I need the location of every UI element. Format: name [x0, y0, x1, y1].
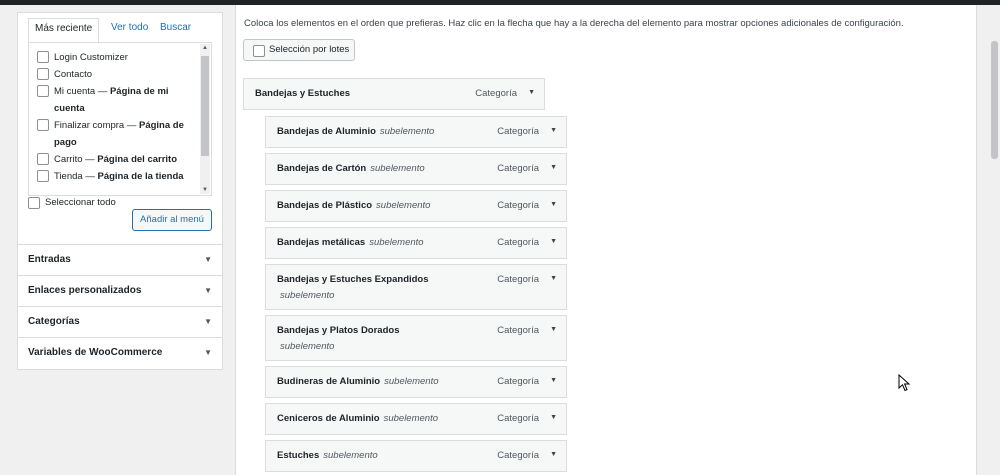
menu-item-subtitle: subelemento — [379, 126, 435, 137]
list-item[interactable]: Login Customizer — [37, 49, 197, 66]
menu-item-type: Categoría — [497, 126, 539, 137]
tab-search[interactable]: Buscar — [154, 18, 197, 42]
expand-arrow-icon[interactable]: ▼ — [550, 164, 557, 171]
list-item[interactable]: Tienda — Página de la tienda — [37, 168, 197, 185]
menu-item-subtitle: subelemento — [383, 413, 438, 424]
checkbox[interactable] — [37, 51, 49, 63]
checkbox[interactable] — [37, 68, 49, 80]
menu-subitem[interactable]: Bandejas de Aluminio subelemento Categoría… — [265, 116, 567, 148]
list-item[interactable]: Finalizar compra — Página de pago — [37, 117, 197, 151]
scroll-down-icon[interactable]: ▼ — [200, 187, 210, 193]
accordion-posts[interactable]: Entradas ▼ — [18, 244, 222, 275]
checkbox[interactable] — [37, 85, 49, 97]
add-menu-items-panel: Más reciente Ver todo Buscar Login Custo… — [17, 12, 223, 370]
select-all[interactable]: Seleccionar todo — [28, 196, 116, 210]
scrollbar-thumb[interactable] — [201, 56, 209, 156]
tab-view-all[interactable]: Ver todo — [105, 18, 154, 42]
menu-item-title: Budineras de Aluminio subelemento — [277, 376, 439, 387]
bulk-select-checkbox[interactable] — [253, 45, 265, 57]
expand-arrow-icon[interactable]: ▼ — [550, 414, 557, 421]
page-scrollbar[interactable] — [989, 5, 1000, 470]
menu-item-type: Categoría — [497, 200, 539, 211]
menu-item-title: Bandejas de Plástico subelemento — [277, 200, 431, 211]
list-item[interactable]: Carrito — Página del carrito — [37, 151, 197, 168]
menu-item-title: Bandejas metálicas subelemento — [277, 237, 424, 248]
expand-arrow-icon[interactable]: ▼ — [550, 238, 557, 245]
menu-item-subtitle: subelemento — [323, 450, 378, 461]
menu-item-title: Bandejas y Estuches — [255, 88, 351, 99]
menu-structure: Coloca los elementos en el orden que pre… — [235, 5, 977, 475]
instructions-text: Coloca los elementos en el orden que pre… — [244, 18, 904, 29]
menu-item-type: Categoría — [475, 88, 517, 99]
menu-item-title: Ceniceros de Aluminio subelemento — [277, 413, 438, 424]
menu-subitem[interactable]: Estuches subelemento Categoría ▼ — [265, 440, 567, 472]
menu-subitem[interactable]: Bandejas y Platos Dorados subelemento Cate… — [265, 315, 567, 361]
add-to-menu-button[interactable]: Añadir al menú — [132, 209, 212, 231]
pages-checklist: Login Customizer Contacto Mi cuenta — Pá… — [28, 42, 212, 196]
menu-item-subtitle: subelemento — [369, 237, 424, 248]
menu-item-title: Bandejas de Aluminio subelemento — [277, 126, 435, 137]
chevron-down-icon: ▼ — [204, 255, 212, 264]
scroll-up-icon[interactable]: ▲ — [200, 45, 210, 51]
accordion-categories[interactable]: Categorías ▼ — [18, 306, 222, 337]
select-all-checkbox[interactable] — [28, 197, 40, 209]
menu-item-type: Categoría — [497, 325, 539, 336]
checkbox[interactable] — [37, 119, 49, 131]
expand-arrow-icon[interactable]: ▼ — [528, 89, 535, 96]
menu-item-subtitle: subelemento — [376, 200, 431, 211]
tab-most-recent[interactable]: Más reciente — [28, 18, 100, 44]
list-item[interactable]: Mi cuenta — Página de mi cuenta — [37, 83, 197, 117]
checkbox[interactable] — [37, 170, 49, 182]
menu-item-type: Categoría — [497, 376, 539, 387]
menu-subitem[interactable]: Bandejas de Cartón subelemento Categoría ▼ — [265, 153, 567, 185]
checkbox[interactable] — [37, 153, 49, 165]
accordion-custom-links[interactable]: Enlaces personalizados ▼ — [18, 275, 222, 306]
menu-item-title: Bandejas de Cartón subelemento — [277, 163, 425, 174]
mouse-cursor-icon — [898, 374, 911, 392]
expand-arrow-icon[interactable]: ▼ — [550, 451, 557, 458]
expand-arrow-icon[interactable]: ▼ — [550, 377, 557, 384]
list-item[interactable]: Contacto — [37, 66, 197, 83]
menu-item-type: Categoría — [497, 413, 539, 424]
checklist-scrollbar[interactable]: ▲ ▼ — [200, 44, 210, 194]
bulk-select-button[interactable]: Selección por lotes — [243, 39, 355, 61]
menu-subitem[interactable]: Bandejas metálicas subelemento Categoría ▼ — [265, 227, 567, 259]
expand-arrow-icon[interactable]: ▼ — [550, 127, 557, 134]
menu-item-type: Categoría — [497, 237, 539, 248]
menu-subitem[interactable]: Bandejas de Plástico subelemento Categoría… — [265, 190, 567, 222]
menu-item-subtitle: subelemento — [280, 290, 335, 301]
menu-subitem[interactable]: Ceniceros de Aluminio subelemento Categorí… — [265, 403, 567, 435]
menu-subitem[interactable]: Bandejas y Estuches Expandidos subelement… — [265, 264, 567, 310]
menu-item-subtitle: subelemento — [370, 163, 425, 174]
menu-item-subtitle: subelemento — [280, 341, 335, 352]
expand-arrow-icon[interactable]: ▼ — [550, 201, 557, 208]
menu-item[interactable]: Bandejas y Estuches Categoría ▼ — [243, 78, 545, 110]
menu-item-title: Bandejas y Platos Dorados — [277, 325, 400, 336]
pages-tabs: Más reciente Ver todo Buscar — [28, 18, 212, 44]
expand-arrow-icon[interactable]: ▼ — [550, 326, 557, 333]
menu-subitem[interactable]: Budineras de Aluminio subelemento Categorí… — [265, 366, 567, 398]
menu-item-type: Categoría — [497, 274, 539, 285]
menu-item-type: Categoría — [497, 450, 539, 461]
chevron-down-icon: ▼ — [204, 286, 212, 295]
page-scrollbar-thumb[interactable] — [991, 41, 998, 159]
expand-arrow-icon[interactable]: ▼ — [550, 275, 557, 282]
menu-item-title: Bandejas y Estuches Expandidos — [277, 274, 429, 285]
chevron-down-icon: ▼ — [204, 348, 212, 357]
menu-item-title: Estuches subelemento — [277, 450, 378, 461]
menu-item-type: Categoría — [497, 163, 539, 174]
accordion-woocommerce-variables[interactable]: Variables de WooCommerce ▼ — [18, 337, 222, 368]
menu-item-subtitle: subelemento — [384, 376, 439, 387]
chevron-down-icon: ▼ — [204, 317, 212, 326]
